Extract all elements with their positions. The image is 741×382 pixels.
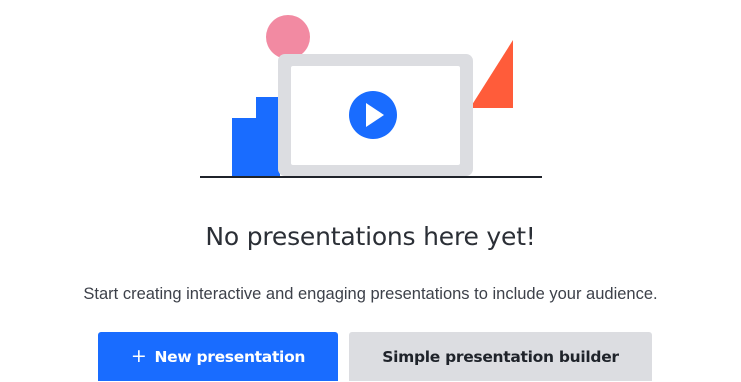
empty-state-illustration	[198, 0, 544, 180]
simple-presentation-builder-button[interactable]: Simple presentation builder	[349, 332, 652, 381]
pink-circle-shape	[266, 15, 310, 59]
new-presentation-label: New presentation	[154, 347, 306, 366]
presentation-illustration-icon	[200, 15, 542, 178]
new-presentation-button[interactable]: + New presentation	[98, 332, 338, 381]
orange-triangle-shape	[470, 40, 513, 108]
empty-state-description: Start creating interactive and engaging …	[83, 285, 658, 303]
empty-state-headline: No presentations here yet!	[205, 222, 536, 251]
simple-presentation-builder-label: Simple presentation builder	[382, 347, 619, 366]
empty-state-actions: + New presentation Simple presentation b…	[0, 332, 741, 382]
blue-block-tall	[256, 97, 280, 177]
blue-block-small	[232, 118, 258, 177]
plus-icon: +	[130, 345, 147, 367]
